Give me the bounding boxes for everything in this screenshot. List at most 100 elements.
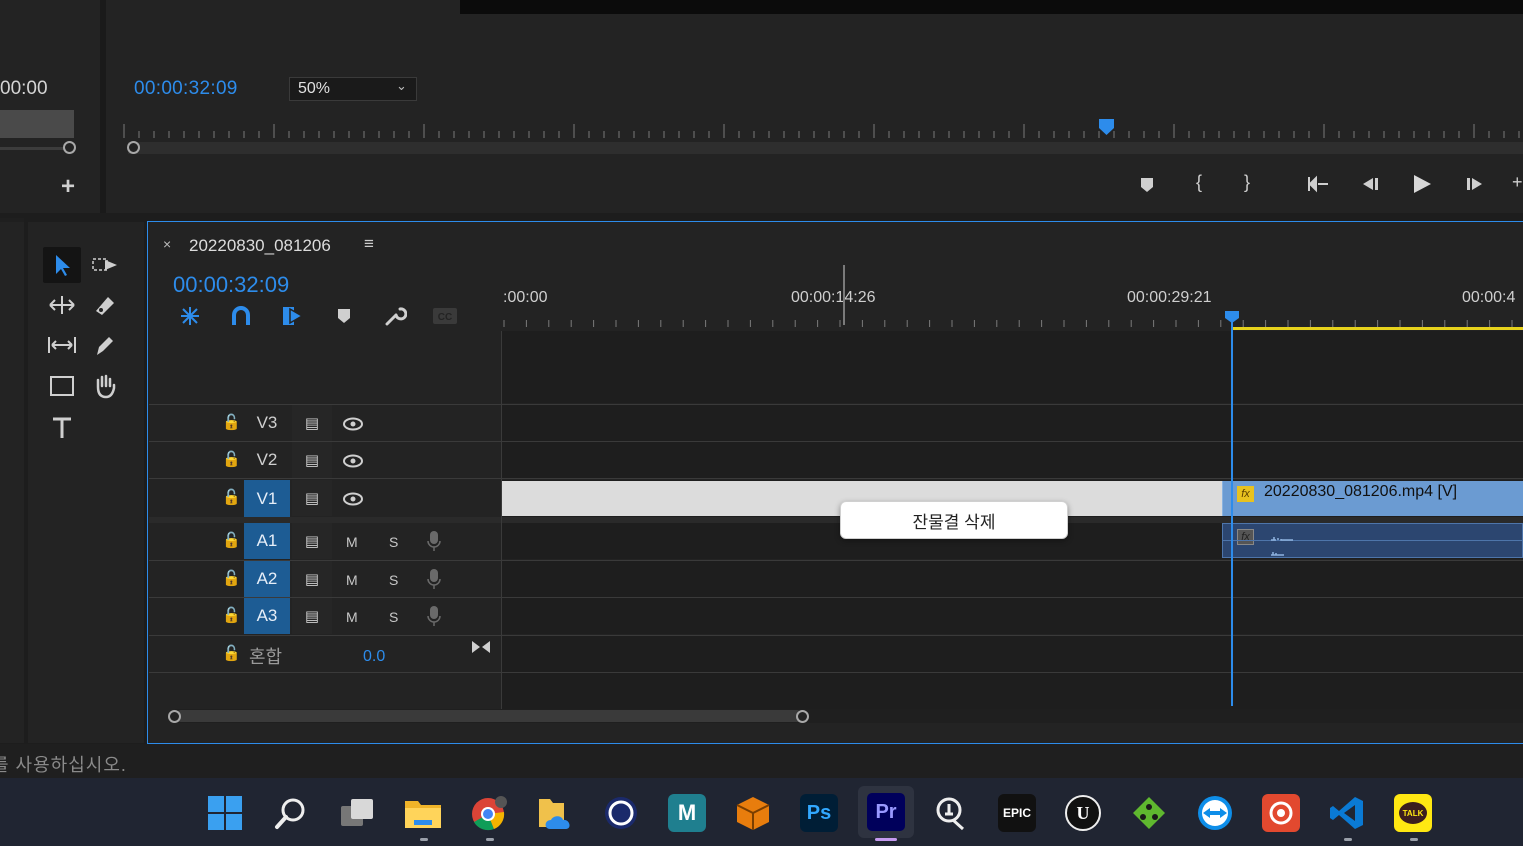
sync-lock-icon[interactable]: ▤ — [292, 561, 332, 597]
work-area-bar[interactable] — [1232, 327, 1523, 330]
track-name-a2[interactable]: A2 — [244, 561, 290, 597]
timeline-scroll-thumb[interactable] — [175, 710, 803, 722]
track-a2[interactable] — [502, 561, 1523, 597]
reality-capture-icon[interactable] — [932, 794, 970, 832]
track-name-a3[interactable]: A3 — [244, 598, 290, 634]
wrench-icon[interactable] — [383, 304, 407, 328]
lock-icon[interactable]: 🔓 — [222, 450, 241, 468]
lock-icon[interactable]: 🔓 — [222, 413, 241, 431]
track-name-v2[interactable]: V2 — [244, 442, 290, 478]
onedrive-folder-icon[interactable] — [536, 794, 574, 832]
solo-button[interactable]: S — [389, 609, 398, 625]
program-playhead-icon[interactable] — [1098, 118, 1116, 136]
mix-expand-icon[interactable] — [471, 640, 491, 654]
linked-selection-icon[interactable] — [280, 305, 304, 327]
go-to-out-icon[interactable]: + — [1512, 172, 1523, 193]
chrome-icon[interactable] — [470, 794, 508, 832]
add-button[interactable]: + — [61, 173, 75, 201]
lock-icon[interactable]: 🔓 — [222, 488, 241, 506]
nest-sequence-icon[interactable] — [178, 305, 202, 327]
track-v3[interactable] — [502, 405, 1523, 441]
track-name-v1[interactable]: V1 — [244, 480, 290, 517]
panel-menu-icon[interactable]: ≡ — [364, 234, 374, 254]
unreal-engine-icon[interactable]: U — [1064, 794, 1102, 832]
mix-volume-value[interactable]: 0.0 — [363, 648, 385, 666]
sync-lock-icon[interactable]: ▤ — [292, 523, 332, 559]
close-icon[interactable]: × — [163, 236, 171, 252]
track-mix — [502, 636, 1523, 672]
epic-games-icon[interactable]: EPIC — [998, 794, 1036, 832]
lock-icon[interactable]: 🔓 — [222, 644, 241, 662]
sourcetree-icon[interactable] — [1130, 794, 1168, 832]
timeline-marker-icon[interactable] — [336, 307, 352, 325]
solo-button[interactable]: S — [389, 572, 398, 588]
blender-box-icon[interactable] — [734, 794, 772, 832]
razor-tool[interactable] — [86, 287, 124, 323]
sync-lock-icon[interactable]: ▤ — [292, 480, 332, 516]
source-scrollbar[interactable] — [0, 147, 66, 150]
teamviewer-icon[interactable] — [1196, 794, 1234, 832]
mark-out-icon[interactable]: } — [1244, 172, 1250, 193]
step-back-icon[interactable] — [1359, 175, 1381, 193]
context-menu-ripple-delete[interactable]: 잔물결 삭제 — [840, 501, 1068, 539]
sync-lock-icon[interactable]: ▤ — [292, 598, 332, 634]
go-to-in-icon[interactable] — [1306, 175, 1330, 193]
add-marker-icon[interactable] — [1139, 177, 1155, 193]
track-name-a1[interactable]: A1 — [244, 523, 290, 559]
scroll-handle-left[interactable] — [168, 710, 181, 723]
mute-button[interactable]: M — [346, 609, 358, 625]
track-name-v3[interactable]: V3 — [244, 405, 290, 441]
pen-tool[interactable] — [86, 327, 124, 363]
microphone-icon[interactable] — [427, 530, 441, 552]
record-app-icon[interactable] — [1262, 794, 1300, 832]
captions-icon[interactable]: CC — [432, 306, 458, 326]
file-explorer-icon[interactable] — [404, 794, 442, 832]
solo-button[interactable]: S — [389, 534, 398, 550]
eye-icon[interactable] — [343, 454, 363, 468]
mute-button[interactable]: M — [346, 572, 358, 588]
step-forward-icon[interactable] — [1464, 175, 1486, 193]
type-tool[interactable] — [43, 410, 81, 446]
sync-lock-icon[interactable]: ▤ — [292, 442, 332, 478]
lock-icon[interactable]: 🔓 — [222, 606, 241, 624]
program-scrollbar[interactable] — [128, 142, 1523, 154]
kakaotalk-icon[interactable]: TALK — [1394, 794, 1432, 832]
microphone-icon[interactable] — [427, 605, 441, 627]
slip-tool[interactable] — [43, 327, 81, 363]
playhead-line[interactable] — [1231, 316, 1233, 706]
snap-magnet-icon[interactable] — [230, 305, 252, 327]
photoshop-icon[interactable]: Ps — [800, 794, 838, 832]
track-v2[interactable] — [502, 442, 1523, 478]
selection-tool[interactable] — [43, 247, 81, 283]
track-divider — [149, 478, 1523, 479]
program-time-ruler[interactable] — [122, 122, 1523, 140]
task-view-icon[interactable] — [338, 794, 376, 832]
program-scroll-handle[interactable] — [127, 141, 140, 154]
eye-icon[interactable] — [343, 417, 363, 431]
eye-icon[interactable] — [343, 492, 363, 506]
program-timecode[interactable]: 00:00:32:09 — [134, 78, 238, 100]
maya-icon[interactable]: M — [668, 794, 706, 832]
premiere-taskbar-active[interactable]: Pr — [858, 786, 914, 838]
microphone-icon[interactable] — [427, 568, 441, 590]
sequence-tab[interactable]: 20220830_081206 — [189, 236, 331, 256]
rectangle-tool[interactable] — [43, 368, 81, 404]
lock-icon[interactable]: 🔓 — [222, 569, 241, 587]
ripple-edit-tool[interactable] — [43, 287, 81, 323]
cinema4d-icon[interactable] — [602, 794, 640, 832]
sync-lock-icon[interactable]: ▤ — [292, 405, 332, 441]
track-a3[interactable] — [502, 598, 1523, 634]
source-scroll-handle[interactable] — [63, 141, 76, 154]
running-indicator — [1410, 838, 1418, 841]
scroll-handle-right[interactable] — [796, 710, 809, 723]
mark-in-icon[interactable]: { — [1196, 172, 1202, 193]
vscode-icon[interactable] — [1328, 794, 1366, 832]
lock-icon[interactable]: 🔓 — [222, 531, 241, 549]
timeline-timecode[interactable]: 00:00:32:09 — [173, 272, 289, 298]
track-select-tool[interactable] — [86, 247, 124, 283]
play-icon[interactable] — [1411, 174, 1433, 194]
windows-start-icon[interactable] — [206, 794, 244, 832]
mute-button[interactable]: M — [346, 534, 358, 550]
search-icon[interactable] — [272, 794, 310, 832]
hand-tool[interactable] — [86, 368, 124, 404]
